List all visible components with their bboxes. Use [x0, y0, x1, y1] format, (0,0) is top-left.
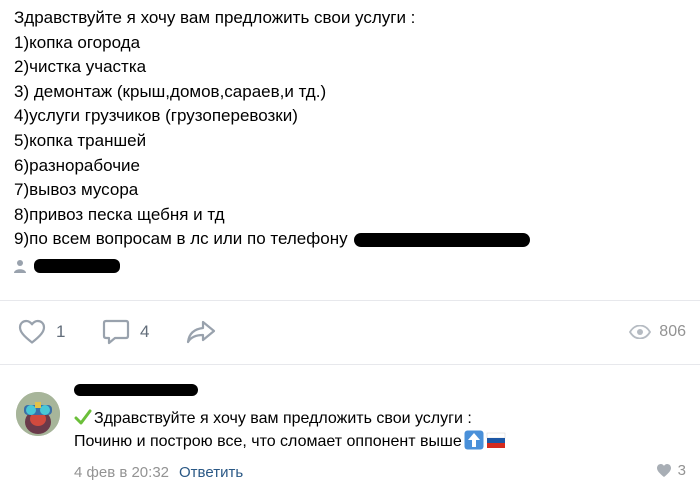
post-line: Здравствуйте я хочу вам предложить свои …	[14, 8, 416, 27]
post-text: Здравствуйте я хочу вам предложить свои …	[14, 6, 674, 252]
views-counter: 806	[629, 312, 686, 352]
comment-line-1: Здравствуйте я хочу вам предложить свои …	[74, 408, 506, 430]
share-button[interactable]	[186, 312, 216, 352]
redacted-phone	[353, 232, 530, 247]
divider	[0, 364, 700, 365]
comment-line-2: Починю и построю все, что сломает оппоне…	[74, 430, 506, 453]
like-count: 1	[56, 322, 66, 341]
check-mark-icon	[74, 409, 92, 425]
comment-line-1-text: Здравствуйте я хочу вам предложить свои …	[94, 410, 472, 427]
comment-like-count: 3	[677, 462, 686, 479]
views-count: 806	[659, 323, 686, 340]
post-line: 1)копка огорода	[14, 32, 141, 52]
post-line: 3) демонтаж (крыш,домов,сараев,и тд.)	[14, 81, 327, 101]
comment-meta: 4 фев в 20:32 Ответить	[74, 464, 243, 481]
post-actions: 1 4 806	[0, 312, 700, 352]
comment-icon	[102, 319, 130, 345]
like-button[interactable]: 1	[18, 312, 65, 352]
post-line: 8)привоз песка щебня и тд	[14, 204, 225, 224]
avatar-image	[16, 392, 60, 436]
heart-icon	[18, 319, 46, 344]
post-line: 4)услуги грузчиков (грузоперевозки)	[14, 106, 298, 126]
person-icon	[14, 260, 26, 273]
reply-button[interactable]: Ответить	[179, 464, 243, 481]
post-line-text: 9)по всем вопросам в лс или по телефону	[14, 229, 348, 249]
heart-icon	[656, 464, 671, 477]
redacted-author-name	[34, 259, 120, 273]
up-arrow-emoji-icon	[464, 430, 484, 450]
comment-like-button[interactable]: 3	[656, 462, 686, 479]
post-line-phone: 9)по всем вопросам в лс или по телефону	[14, 227, 674, 252]
comment-button[interactable]: 4	[102, 312, 149, 352]
post: Здравствуйте я хочу вам предложить свои …	[0, 0, 700, 364]
eye-icon	[629, 325, 652, 339]
post-line: 6)разнорабочие	[14, 155, 141, 175]
comment-count: 4	[140, 322, 150, 341]
post-author[interactable]	[14, 256, 120, 276]
comment-text: Здравствуйте я хочу вам предложить свои …	[74, 408, 506, 453]
russia-flag-icon	[486, 432, 505, 448]
avatar[interactable]	[16, 392, 60, 436]
redacted-commenter-name[interactable]	[74, 384, 198, 396]
post-line: 7)вывоз мусора	[14, 180, 139, 200]
share-icon	[186, 320, 216, 344]
post-line: 5)копка траншей	[14, 130, 147, 150]
post-line: 2)чистка участка	[14, 57, 147, 77]
comment: Здравствуйте я хочу вам предложить свои …	[0, 372, 700, 495]
comment-line-2-text: Починю и построю все, что сломает оппоне…	[74, 433, 462, 450]
comment-date[interactable]: 4 фев в 20:32	[74, 464, 169, 481]
divider	[0, 300, 700, 301]
